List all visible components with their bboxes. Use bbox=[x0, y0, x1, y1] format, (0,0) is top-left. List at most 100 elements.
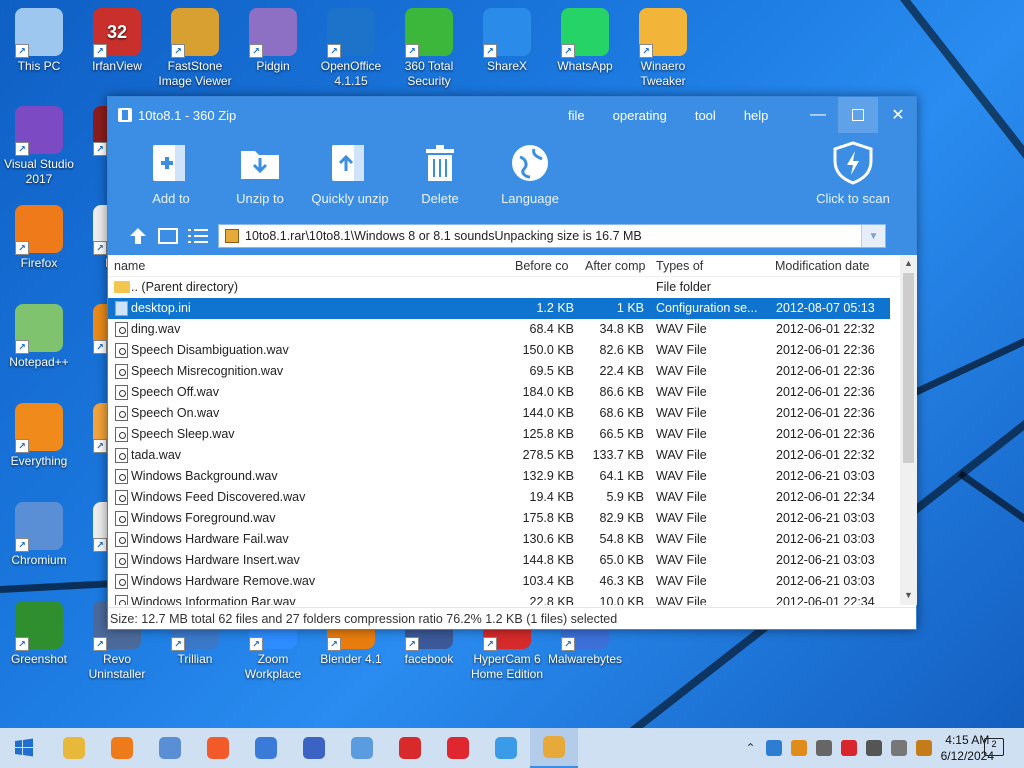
desktop-icon-pidgin[interactable]: ↗ Pidgin bbox=[234, 8, 312, 74]
desktop-icon-whatsapp[interactable]: ↗ WhatsApp bbox=[546, 8, 624, 74]
file-row[interactable]: Windows Foreground.wav 175.8 KB 82.9 KB WAV… bbox=[108, 508, 890, 529]
desktop-icon-plus-shield[interactable]: ↗ 360 Total Security bbox=[390, 8, 468, 89]
menu-help[interactable]: help bbox=[744, 108, 769, 123]
shortcut-arrow-icon: ↗ bbox=[93, 340, 107, 354]
column-header-date[interactable]: Modification date bbox=[775, 259, 870, 273]
file-row[interactable]: Speech On.wav 144.0 KB 68.6 KB WAV File 2012… bbox=[108, 403, 890, 424]
volume-muted-icon[interactable] bbox=[890, 740, 907, 756]
shortcut-arrow-icon: ↗ bbox=[15, 439, 29, 453]
tray-app-icon[interactable] bbox=[815, 740, 832, 756]
desktop-icon-visual-studio[interactable]: ↗ Visual Studio 2017 bbox=[0, 106, 78, 187]
taskbar-download-button[interactable] bbox=[338, 728, 386, 768]
tray-dropbox-icon[interactable] bbox=[765, 740, 782, 756]
before-size: 150.0 KB bbox=[522, 343, 574, 357]
thumbnail-view-icon[interactable] bbox=[158, 228, 178, 244]
desktop-icon-eye[interactable]: ↗ FastStone Image Viewer bbox=[156, 8, 234, 89]
column-header-before[interactable]: Before co bbox=[515, 259, 569, 273]
taskbar-chromium-button[interactable] bbox=[146, 728, 194, 768]
shortcut-arrow-icon: ↗ bbox=[561, 637, 575, 651]
taskbar-file-explorer-button[interactable] bbox=[50, 728, 98, 768]
desktop-icon-notepadpp[interactable]: ↗ Notepad++ bbox=[0, 304, 78, 370]
quickly-unzip-button[interactable]: Quickly unzip bbox=[305, 141, 395, 206]
wav-file-icon bbox=[115, 385, 128, 400]
close-button[interactable]: ✕ bbox=[878, 97, 918, 133]
whatsapp-icon: ↗ bbox=[561, 8, 609, 58]
tray-language-icon[interactable] bbox=[915, 740, 932, 756]
file-row[interactable]: Windows Feed Discovered.wav 19.4 KB 5.9 KB… bbox=[108, 487, 890, 508]
title-bar[interactable]: 10to8.1 - 360 Zip file operating tool he… bbox=[108, 97, 916, 133]
file-row[interactable]: ding.wav 68.4 KB 34.8 KB WAV File 2012-06-01… bbox=[108, 319, 890, 340]
file-type: WAV File bbox=[656, 511, 707, 525]
desktop-icon-sharex[interactable]: ↗ ShareX bbox=[468, 8, 546, 74]
file-row[interactable]: Speech Disambiguation.wav 150.0 KB 82.6 KB… bbox=[108, 340, 890, 361]
file-row[interactable]: Windows Information Bar.wav 22.8 KB 10.0 K… bbox=[108, 592, 890, 605]
file-row[interactable]: Windows Hardware Fail.wav 130.6 KB 54.8 KB… bbox=[108, 529, 890, 550]
column-header-after[interactable]: After comp bbox=[585, 259, 645, 273]
desktop-icon-greenshot[interactable]: ↗ Greenshot bbox=[0, 601, 78, 667]
unzip-folder-icon bbox=[238, 141, 282, 185]
column-header-name[interactable]: name bbox=[114, 259, 145, 273]
desktop-icon-chromium[interactable]: ↗ Chromium bbox=[0, 502, 78, 568]
file-row[interactable]: tada.wav 278.5 KB 133.7 KB WAV File 2012-06-… bbox=[108, 445, 890, 466]
notification-icon[interactable]: 2 bbox=[984, 738, 1004, 756]
shortcut-arrow-icon: ↗ bbox=[483, 44, 497, 58]
taskbar-opera-button[interactable] bbox=[434, 728, 482, 768]
scroll-thumb[interactable] bbox=[903, 273, 914, 463]
file-type: WAV File bbox=[656, 532, 707, 546]
unzip-to-button[interactable]: Unzip to bbox=[215, 141, 305, 206]
tray-search-icon[interactable] bbox=[790, 740, 807, 756]
folder-icon bbox=[114, 281, 130, 293]
shortcut-arrow-icon: ↗ bbox=[249, 44, 263, 58]
desktop-icon-firefox[interactable]: ↗ Firefox bbox=[0, 205, 78, 271]
add-to-button[interactable]: Add to bbox=[126, 141, 216, 206]
vertical-scrollbar[interactable]: ▲ ▼ bbox=[900, 255, 917, 605]
shortcut-arrow-icon: ↗ bbox=[405, 637, 419, 651]
taskbar-wps-button[interactable] bbox=[386, 728, 434, 768]
chevron-up-icon[interactable]: ⌃ bbox=[746, 741, 756, 755]
tray-opera-icon[interactable] bbox=[840, 740, 857, 756]
network-icon[interactable] bbox=[865, 740, 882, 756]
menu-file[interactable]: file bbox=[568, 108, 585, 123]
file-row[interactable]: desktop.ini 1.2 KB 1 KB Configuration se...… bbox=[108, 298, 890, 319]
file-name: Speech Sleep.wav bbox=[131, 427, 235, 441]
list-view-icon[interactable] bbox=[188, 227, 208, 245]
maximize-button[interactable] bbox=[838, 97, 878, 133]
shortcut-arrow-icon: ↗ bbox=[15, 538, 29, 552]
start-button[interactable] bbox=[0, 728, 48, 768]
language-button[interactable]: Language bbox=[485, 141, 575, 206]
taskbar-brave-button[interactable] bbox=[194, 728, 242, 768]
modified-date: 2012-06-01 22:36 bbox=[776, 406, 875, 420]
chevron-down-icon[interactable]: ▼ bbox=[861, 225, 885, 247]
file-row[interactable]: .. (Parent directory) File folder bbox=[108, 277, 890, 298]
file-row[interactable]: Speech Misrecognition.wav 69.5 KB 22.4 KB W… bbox=[108, 361, 890, 382]
scroll-up-icon[interactable]: ▲ bbox=[900, 255, 917, 271]
desktop-icon-pc[interactable]: ↗ This PC bbox=[0, 8, 78, 74]
taskbar-app-person-button[interactable] bbox=[290, 728, 338, 768]
menu-operating[interactable]: operating bbox=[613, 108, 667, 123]
file-row[interactable]: Windows Hardware Insert.wav 144.8 KB 65.0 … bbox=[108, 550, 890, 571]
desktop-icon-openoffice[interactable]: ↗ OpenOffice 4.1.15 bbox=[312, 8, 390, 89]
taskbar-firefox-button[interactable] bbox=[98, 728, 146, 768]
taskbar-app-circle-button[interactable] bbox=[242, 728, 290, 768]
file-name: tada.wav bbox=[131, 448, 182, 462]
desktop-icon-label: facebook bbox=[404, 652, 454, 666]
scroll-down-icon[interactable]: ▼ bbox=[900, 587, 917, 603]
up-arrow-icon[interactable] bbox=[128, 226, 148, 246]
file-type: WAV File bbox=[656, 595, 707, 605]
click-to-scan-button[interactable]: Click to scan bbox=[808, 141, 898, 206]
desktop-icon-search[interactable]: ↗ Everything bbox=[0, 403, 78, 469]
file-row[interactable]: Speech Sleep.wav 125.8 KB 66.5 KB WAV File 2… bbox=[108, 424, 890, 445]
taskbar-360zip-button[interactable] bbox=[530, 728, 578, 768]
path-input[interactable]: 10to8.1.rar\10to8.1\Windows 8 or 8.1 sou… bbox=[218, 224, 886, 248]
delete-button[interactable]: Delete bbox=[395, 141, 485, 206]
desktop-icon-irfanview[interactable]: 32 ↗ IrfanView bbox=[78, 8, 156, 74]
after-size: 82.6 KB bbox=[599, 343, 644, 357]
minimize-button[interactable]: — bbox=[798, 97, 838, 133]
file-row[interactable]: Speech Off.wav 184.0 KB 86.6 KB WAV File 201… bbox=[108, 382, 890, 403]
file-row[interactable]: Windows Hardware Remove.wav 103.4 KB 46.3 … bbox=[108, 571, 890, 592]
desktop-icon-winaero[interactable]: ↗ Winaero Tweaker bbox=[624, 8, 702, 89]
column-header-type[interactable]: Types of bbox=[656, 259, 703, 273]
file-row[interactable]: Windows Background.wav 132.9 KB 64.1 KB WAV… bbox=[108, 466, 890, 487]
menu-tool[interactable]: tool bbox=[695, 108, 716, 123]
taskbar-vscode-button[interactable] bbox=[482, 728, 530, 768]
